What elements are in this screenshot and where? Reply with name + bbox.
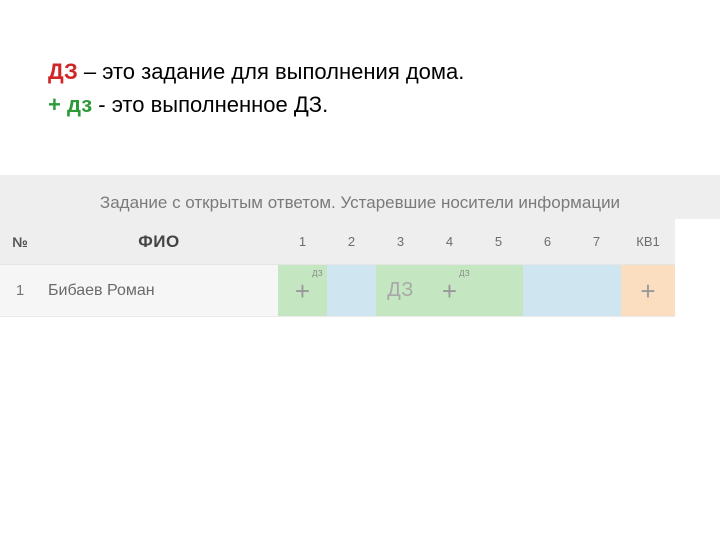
- header-num: №: [0, 219, 40, 265]
- cell-1[interactable]: ДЗ +: [278, 265, 327, 317]
- cell-3-mark: ДЗ: [387, 279, 414, 302]
- table-grid: № ФИО 1 2 3 4 5 6 7 КВ1 1 Бибаев Роман Д…: [0, 219, 720, 317]
- legend-dz-rest: – это задание для выполнения дома.: [78, 59, 465, 84]
- cell-5[interactable]: [474, 265, 523, 317]
- cell-4-mark: +: [442, 278, 457, 304]
- cell-kv1-mark: +: [640, 278, 655, 304]
- grade-table: Задание с открытым ответом. Устаревшие н…: [0, 175, 720, 317]
- legend-line-1: ДЗ – это задание для выполнения дома.: [48, 55, 690, 88]
- cell-1-mark: +: [295, 278, 310, 304]
- header-col-4: 4: [425, 219, 474, 265]
- legend-plusdz-rest: - это выполненное ДЗ.: [92, 92, 328, 117]
- cell-3[interactable]: ДЗ: [376, 265, 425, 317]
- task-title: Задание с открытым ответом. Устаревшие н…: [0, 175, 720, 219]
- cell-kv1[interactable]: +: [621, 265, 675, 317]
- legend-block: ДЗ – это задание для выполнения дома. + …: [48, 55, 690, 121]
- legend-line-2: + дз - это выполненное ДЗ.: [48, 88, 690, 121]
- header-col-5: 5: [474, 219, 523, 265]
- header-fio: ФИО: [40, 219, 278, 265]
- cell-6[interactable]: [523, 265, 572, 317]
- cell-7[interactable]: [572, 265, 621, 317]
- cell-1-badge: ДЗ: [312, 269, 323, 278]
- row-name: Бибаев Роман: [40, 265, 278, 317]
- header-kv1: КВ1: [621, 219, 675, 265]
- header-col-7: 7: [572, 219, 621, 265]
- cell-4[interactable]: ДЗ +: [425, 265, 474, 317]
- header-col-1: 1: [278, 219, 327, 265]
- header-col-6: 6: [523, 219, 572, 265]
- header-col-3: 3: [376, 219, 425, 265]
- cell-4-badge: ДЗ: [459, 269, 470, 278]
- row-num: 1: [0, 265, 40, 317]
- legend-plusdz-label: + дз: [48, 92, 92, 117]
- cell-2[interactable]: [327, 265, 376, 317]
- header-col-2: 2: [327, 219, 376, 265]
- legend-dz-label: ДЗ: [48, 59, 78, 84]
